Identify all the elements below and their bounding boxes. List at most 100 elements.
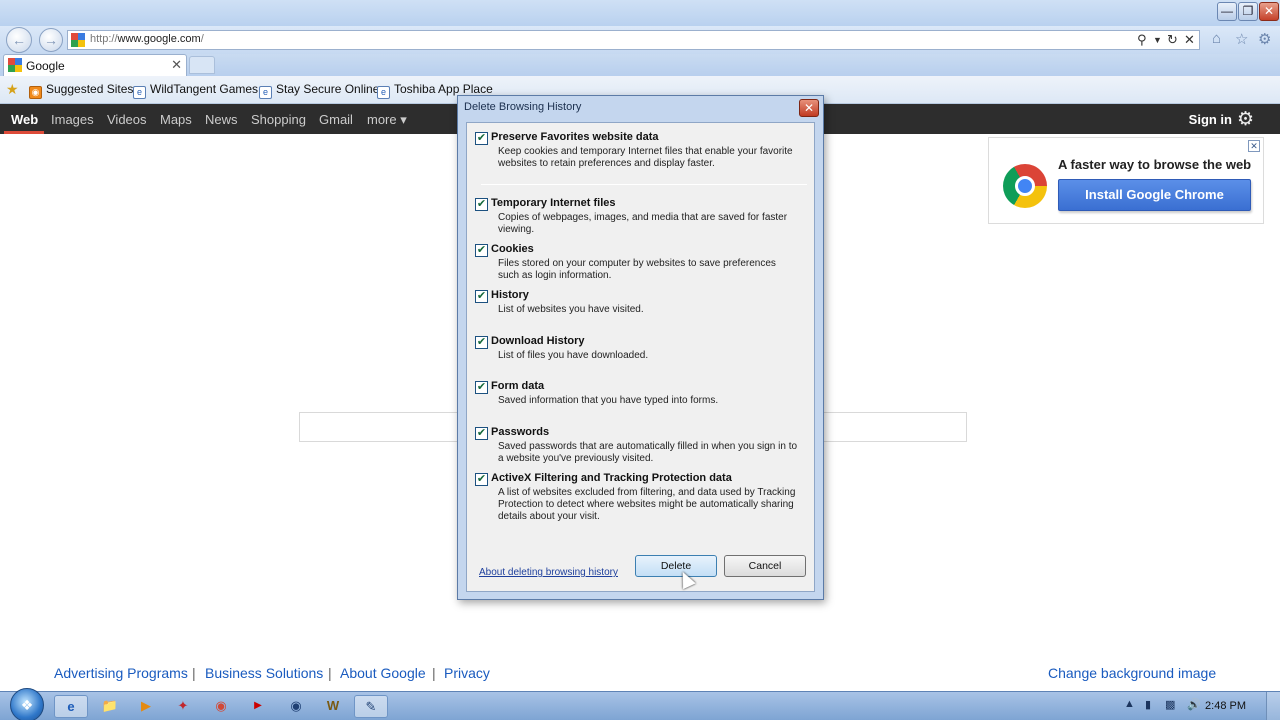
cookies-checkbox[interactable]: ✔ bbox=[475, 244, 488, 257]
footer-separator: | bbox=[192, 665, 196, 681]
about-deleting-history-link[interactable]: About deleting browsing history bbox=[479, 567, 618, 578]
promo-text: A faster way to browse the web bbox=[1058, 157, 1252, 172]
pin-app-icon[interactable]: ✦ bbox=[168, 695, 198, 718]
chrome-icon[interactable]: ◉ bbox=[206, 695, 236, 718]
sign-in-link[interactable]: Sign in bbox=[1189, 112, 1232, 127]
activex-tracking-checkbox[interactable]: ✔ bbox=[475, 473, 488, 486]
chrome-logo-icon bbox=[1003, 164, 1047, 208]
option-description: Saved passwords that are automatically f… bbox=[498, 441, 798, 464]
option-description: Copies of webpages, images, and media th… bbox=[498, 212, 788, 235]
preserve-favorites-checkbox[interactable]: ✔ bbox=[475, 132, 488, 145]
globe-app-icon[interactable]: ◉ bbox=[281, 695, 311, 718]
show-desktop-button[interactable] bbox=[1266, 692, 1280, 720]
internet-explorer-icon[interactable]: e bbox=[54, 695, 88, 718]
stop-icon[interactable]: ✕ bbox=[1184, 32, 1195, 48]
maximize-button[interactable]: ❐ bbox=[1238, 2, 1258, 21]
delete-browsing-history-dialog: Delete Browsing History ✕ ✔ Preserve Fav… bbox=[457, 95, 824, 600]
search-icon[interactable]: ⚲ bbox=[1137, 32, 1147, 48]
address-bar[interactable]: http://www.google.com/ ⚲ ▼ ↻ ✕ bbox=[67, 30, 1200, 50]
dropdown-arrow-icon[interactable]: ▼ bbox=[1153, 35, 1162, 45]
dialog-divider bbox=[481, 184, 807, 185]
nav-more[interactable]: more ▾ bbox=[367, 112, 407, 128]
option-title: Form data bbox=[491, 380, 545, 392]
dialog-body: ✔ Preserve Favorites website data Keep c… bbox=[466, 122, 815, 592]
option-description: Saved information that you have typed in… bbox=[498, 395, 719, 406]
form-data-checkbox[interactable]: ✔ bbox=[475, 381, 488, 394]
favorites-item-wildtangent[interactable]: e WildTangent Games bbox=[133, 82, 258, 99]
option-description: A list of websites excluded from filteri… bbox=[498, 487, 796, 522]
minimize-button[interactable]: — bbox=[1217, 2, 1237, 21]
favorites-item-stay-secure[interactable]: e Stay Secure Online bbox=[259, 82, 379, 99]
option-title: Preserve Favorites website data bbox=[491, 131, 659, 143]
footer-about-google[interactable]: About Google bbox=[340, 665, 426, 681]
option-title: Download History bbox=[491, 335, 585, 347]
ie-page-icon: e bbox=[133, 86, 146, 99]
ie-page-icon: e bbox=[259, 86, 272, 99]
address-url: http://www.google.com/ bbox=[90, 33, 204, 45]
nav-news[interactable]: News bbox=[205, 112, 238, 127]
media-player-icon[interactable]: ▶ bbox=[131, 695, 161, 718]
cancel-button[interactable]: Cancel bbox=[724, 555, 806, 577]
download-history-checkbox[interactable]: ✔ bbox=[475, 336, 488, 349]
google-favicon-icon bbox=[8, 58, 22, 77]
youtube-icon[interactable]: ▶ bbox=[243, 695, 273, 718]
new-tab-button[interactable] bbox=[189, 56, 215, 74]
ie-page-icon: e bbox=[377, 86, 390, 99]
nav-videos[interactable]: Videos bbox=[107, 112, 147, 127]
back-button[interactable]: ← bbox=[6, 27, 32, 53]
footer-advertising-programs[interactable]: Advertising Programs bbox=[54, 665, 188, 681]
tab-google[interactable]: Google ✕ bbox=[3, 54, 187, 76]
favorites-item-suggested-sites[interactable]: ◉ Suggested Sites bbox=[29, 82, 133, 99]
volume-icon[interactable]: 🔊 bbox=[1187, 698, 1201, 711]
clock[interactable]: 2:48 PM bbox=[1205, 700, 1246, 712]
window-close-button[interactable]: ✕ bbox=[1259, 2, 1279, 21]
footer-business-solutions[interactable]: Business Solutions bbox=[205, 665, 323, 681]
nav-shopping[interactable]: Shopping bbox=[251, 112, 306, 127]
dialog-title: Delete Browsing History bbox=[464, 101, 582, 113]
network-icon[interactable]: ▩ bbox=[1165, 698, 1175, 711]
tab-close-icon[interactable]: ✕ bbox=[171, 57, 182, 73]
temporary-internet-files-checkbox[interactable]: ✔ bbox=[475, 198, 488, 211]
nav-images[interactable]: Images bbox=[51, 112, 94, 127]
favorites-star-icon[interactable]: ★ bbox=[6, 81, 19, 98]
tab-bar: Google ✕ bbox=[0, 54, 1280, 76]
show-hidden-icons-icon[interactable]: ▲ bbox=[1124, 698, 1135, 710]
chrome-promo-box: ✕ A faster way to browse the web Install… bbox=[988, 137, 1264, 224]
option-title: Temporary Internet files bbox=[491, 197, 616, 209]
option-title: ActiveX Filtering and Tracking Protectio… bbox=[491, 472, 732, 484]
refresh-icon[interactable]: ↻ bbox=[1167, 32, 1178, 48]
home-icon[interactable]: ⌂ bbox=[1212, 30, 1221, 47]
taskbar: ❖ e 📁 ▶ ✦ ◉ ▶ ◉ W ✎ ▲ ▮ ▩ 🔊 2:48 PM bbox=[0, 688, 1280, 720]
game-app-icon[interactable]: W bbox=[318, 695, 348, 718]
active-app-icon[interactable]: ✎ bbox=[354, 695, 388, 718]
change-background-link[interactable]: Change background image bbox=[1048, 665, 1216, 681]
option-description: Files stored on your computer by website… bbox=[498, 258, 776, 281]
nav-web[interactable]: Web bbox=[11, 112, 38, 127]
option-description: Keep cookies and temporary Internet file… bbox=[498, 146, 793, 169]
tools-gear-icon[interactable]: ⚙ bbox=[1258, 30, 1271, 48]
passwords-checkbox[interactable]: ✔ bbox=[475, 427, 488, 440]
footer-separator: | bbox=[328, 665, 332, 681]
history-checkbox[interactable]: ✔ bbox=[475, 290, 488, 303]
dialog-close-button[interactable]: ✕ bbox=[799, 99, 819, 117]
nav-gmail[interactable]: Gmail bbox=[319, 112, 353, 127]
footer-privacy[interactable]: Privacy bbox=[444, 665, 490, 681]
active-nav-underline bbox=[4, 131, 44, 134]
footer-separator: | bbox=[432, 665, 436, 681]
nav-maps[interactable]: Maps bbox=[160, 112, 192, 127]
option-description: List of files you have downloaded. bbox=[498, 350, 649, 361]
forward-button[interactable]: → bbox=[39, 28, 63, 52]
install-chrome-button[interactable]: Install Google Chrome bbox=[1058, 179, 1251, 211]
option-description: List of websites you have visited. bbox=[498, 304, 644, 315]
option-title: Cookies bbox=[491, 243, 534, 255]
tab-label: Google bbox=[26, 59, 65, 73]
close-icon[interactable]: ✕ bbox=[1248, 140, 1260, 152]
settings-gear-icon[interactable]: ⚙ bbox=[1237, 108, 1254, 131]
favorites-star-icon[interactable]: ☆ bbox=[1235, 30, 1248, 48]
start-button[interactable]: ❖ bbox=[10, 688, 44, 720]
folder-icon[interactable]: 📁 bbox=[95, 695, 125, 718]
option-title: History bbox=[491, 289, 529, 301]
battery-icon[interactable]: ▮ bbox=[1145, 698, 1151, 711]
window-titlebar: — ❐ ✕ bbox=[0, 0, 1280, 26]
option-title: Passwords bbox=[491, 426, 550, 438]
